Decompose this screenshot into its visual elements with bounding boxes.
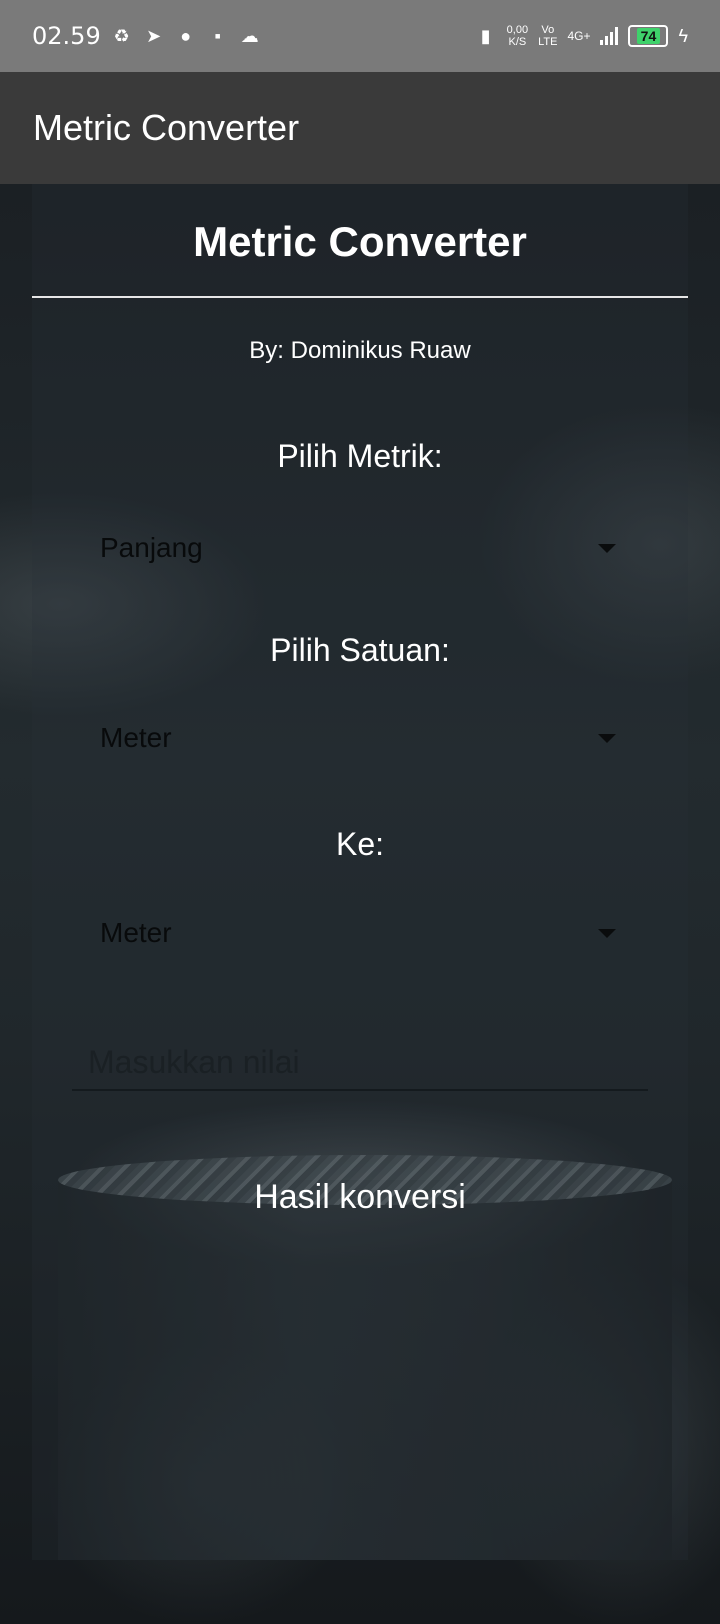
chat-icon: ●	[180, 25, 192, 46]
chevron-down-icon	[598, 543, 616, 553]
volte-indicator: Vo LTE	[538, 24, 557, 48]
volte-bottom: LTE	[538, 36, 558, 48]
status-bar: 02.59 ♻ ➤ ● ▪ ☁ ▮ 0,00 K/S Vo LTE 4G+ 74…	[0, 0, 720, 72]
chevron-down-icon	[598, 928, 616, 938]
to-label: Ke:	[335, 826, 385, 862]
metric-dropdown-value: Panjang	[100, 532, 203, 563]
status-left: 02.59 ♻ ➤ ● ▪ ☁	[32, 22, 261, 50]
page-title: Metric Converter	[193, 218, 527, 265]
conversion-result: Hasil konversi	[254, 1178, 466, 1216]
charging-icon: ϟ	[678, 25, 688, 46]
battery-level: 74	[636, 28, 661, 44]
status-right: ▮ 0,00 K/S Vo LTE 4G+ 74 ϟ	[475, 24, 688, 48]
unit-label: Pilih Satuan:	[270, 632, 450, 668]
net-speed: 0,00 K/S	[507, 24, 528, 48]
to-unit-dropdown[interactable]: Meter	[100, 903, 620, 963]
unit-dropdown-value: Meter	[100, 722, 172, 753]
cloud-icon: ☁	[240, 25, 259, 46]
metric-label: Pilih Metrik:	[277, 438, 443, 474]
app-bar: Metric Converter	[0, 72, 720, 184]
app-bar-title: Metric Converter	[33, 107, 300, 148]
content-card	[32, 184, 688, 1560]
vibrate-icon: ▮	[480, 25, 491, 46]
title-divider	[32, 296, 688, 298]
metric-dropdown[interactable]: Panjang	[100, 518, 620, 578]
sync-icon: ♻	[113, 25, 130, 46]
unit-dropdown[interactable]: Meter	[100, 708, 620, 768]
network-type: 4G+	[567, 29, 591, 43]
signal-icon	[600, 27, 619, 45]
telegram-icon: ➤	[146, 25, 162, 46]
game-icon: ▪	[214, 25, 221, 46]
status-time: 02.59	[32, 22, 101, 50]
battery-icon: 74	[628, 25, 669, 47]
to-unit-dropdown-value: Meter	[100, 917, 172, 948]
author-text: By: Dominikus Ruaw	[249, 337, 471, 364]
net-speed-unit: K/S	[508, 36, 527, 48]
net-speed-value: 0,00	[506, 24, 529, 36]
chevron-down-icon	[598, 733, 616, 743]
value-input[interactable]	[72, 1035, 648, 1091]
volte-top: Vo	[541, 24, 555, 36]
